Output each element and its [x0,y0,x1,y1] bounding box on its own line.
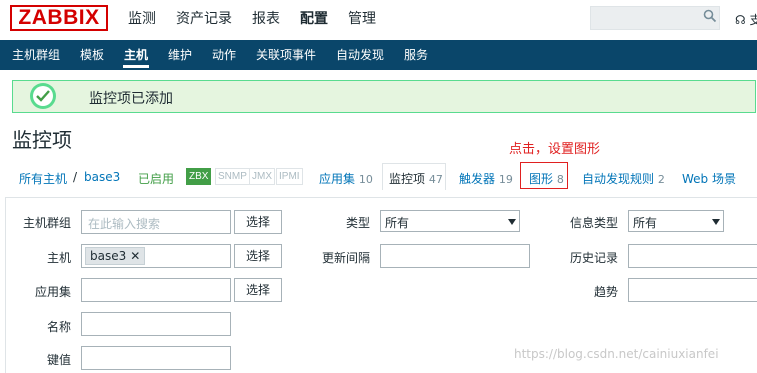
subnav-host-groups[interactable]: 主机群组 [12,47,60,63]
support-link[interactable]: ☊ 支 [735,11,757,28]
label-history: 历史记录 [570,251,619,265]
headset-icon: ☊ [735,13,746,27]
remove-icon[interactable]: ✕ [130,249,140,263]
zabbix-logo[interactable]: ZABBIX [10,5,108,31]
tab-discovery-rules[interactable]: 自动发现规则 2 [582,170,665,187]
subnav-actions[interactable]: 动作 [212,47,236,63]
host-group-select-button[interactable]: 选择 [234,210,282,234]
label-interval: 更新间隔 [322,251,371,265]
breadcrumb-host[interactable]: base3 [84,170,120,184]
label-trends: 趋势 [594,285,619,299]
nav-monitoring[interactable]: 监测 [128,10,156,28]
dropdown-arrow-icon [508,219,516,225]
label-key: 键值 [47,353,72,367]
main-nav: 监测 资产记录 报表 配置 管理 [128,10,396,28]
badge-snmp: SNMP [215,168,250,185]
nav-administration[interactable]: 管理 [348,10,376,28]
trends-input[interactable] [628,278,757,302]
global-search-input[interactable] [590,6,720,30]
history-input[interactable] [628,244,757,268]
search-icon[interactable] [703,9,717,23]
interval-input[interactable] [380,244,530,268]
breadcrumb-separator: / [73,170,78,184]
nav-inventory[interactable]: 资产记录 [176,10,232,28]
dropdown-arrow-icon [712,219,720,225]
info-type-select-value: 所有 [633,216,658,230]
subnav-services[interactable]: 服务 [404,47,428,63]
page: { "header": { "logo": "ZABBIX", "nav": [… [0,0,757,373]
host-select-button[interactable]: 选择 [234,244,282,268]
tab-items[interactable]: 监控项 47 [389,170,443,187]
nav-reports[interactable]: 报表 [252,10,280,28]
host-group-placeholder: 在此输入搜索 [88,217,161,231]
label-name: 名称 [47,320,72,334]
support-label: 支 [749,13,757,27]
nav-configuration[interactable]: 配置 [300,10,328,28]
info-type-select[interactable]: 所有 [628,210,724,232]
host-group-input[interactable]: 在此输入搜索 [81,210,231,234]
label-host-group: 主机群组 [23,216,72,230]
type-select[interactable]: 所有 [380,210,520,232]
subnav-maintenance[interactable]: 维护 [168,47,192,63]
subnav-hosts[interactable]: 主机 [124,47,148,63]
highlight-box [520,162,568,189]
subnav-templates[interactable]: 模板 [80,47,104,63]
name-input[interactable] [81,312,231,336]
key-input[interactable] [81,346,231,370]
subnav-correlation[interactable]: 关联项事件 [256,47,316,63]
success-check-icon [30,83,56,109]
application-select-button[interactable]: 选择 [234,278,282,302]
top-header: ZABBIX 监测 资产记录 报表 配置 管理 ☊ 支 [0,0,757,38]
badge-zbx: ZBX [186,168,212,185]
application-input[interactable] [81,278,231,302]
label-host: 主机 [47,251,72,265]
tab-applications[interactable]: 应用集 10 [319,170,373,187]
host-status[interactable]: 已启用 [138,170,174,187]
label-type: 类型 [346,216,371,230]
page-title: 监控项 [12,128,72,152]
type-select-value: 所有 [385,216,410,230]
watermark: https://blog.csdn.net/cainiuxianfei [514,347,719,361]
badge-jmx: JMX [249,168,275,185]
annotation-note: 点击，设置图形 [509,142,601,157]
host-chip[interactable]: base3 ✕ [85,247,146,265]
success-message-text: 监控项已添加 [89,91,173,107]
active-subnav-indicator [123,65,149,68]
tab-triggers[interactable]: 触发器 19 [459,170,513,187]
subnav-discovery[interactable]: 自动发现 [336,47,384,63]
label-application: 应用集 [35,285,72,299]
badge-ipmi: IPMI [276,168,303,185]
breadcrumb-all-hosts[interactable]: 所有主机 [19,170,67,187]
tab-web-scenarios[interactable]: Web 场景 [682,170,736,187]
host-chip-label: base3 [90,249,127,263]
sub-nav: 主机群组 模板 主机 维护 动作 关联项事件 自动发现 服务 [0,40,757,70]
label-info-type: 信息类型 [570,216,619,230]
